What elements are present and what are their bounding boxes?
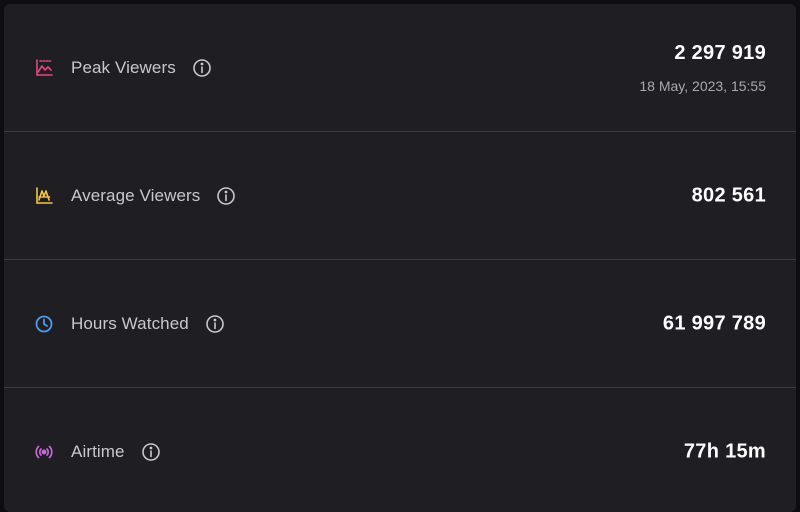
- clock-icon: [34, 314, 54, 334]
- metric-row-average-viewers: Average Viewers 802 561: [4, 132, 796, 260]
- metric-label: Peak Viewers: [71, 57, 176, 77]
- metric-value-group: 802 561: [692, 184, 766, 207]
- stats-card: Peak Viewers 2 297 919 18 May, 2023, 15:…: [4, 4, 796, 512]
- metric-label-group: Average Viewers: [34, 186, 236, 206]
- metric-label: Airtime: [71, 442, 125, 461]
- metric-label-group: Hours Watched: [34, 314, 225, 334]
- metric-value-group: 77h 15m: [684, 441, 766, 464]
- metric-value: 802 561: [691, 184, 766, 206]
- metric-label-group: Airtime: [34, 442, 161, 462]
- info-icon[interactable]: [205, 314, 225, 334]
- chart-line-icon: [34, 58, 54, 78]
- metric-row-hours-watched: Hours Watched 61 997 789: [4, 260, 796, 388]
- info-icon[interactable]: [216, 186, 236, 206]
- chart-average-icon: [34, 186, 54, 206]
- info-icon[interactable]: [141, 442, 161, 462]
- info-icon[interactable]: [192, 58, 212, 78]
- metric-value-group: 61 997 789: [663, 312, 766, 335]
- metric-value: 61 997 789: [662, 312, 766, 334]
- metric-label: Hours Watched: [71, 313, 189, 333]
- metric-value: 77h 15m: [683, 440, 766, 463]
- metric-row-peak-viewers: Peak Viewers 2 297 919 18 May, 2023, 15:…: [4, 4, 796, 132]
- metric-row-airtime: Airtime 77h 15m: [4, 388, 796, 512]
- metric-value: 2 297 919: [674, 42, 766, 64]
- broadcast-icon: [34, 442, 54, 462]
- metric-value-group: 2 297 919 18 May, 2023, 15:55: [639, 42, 766, 94]
- metric-timestamp: 18 May, 2023, 15:55: [639, 78, 766, 94]
- metric-label-group: Peak Viewers: [34, 58, 212, 78]
- metric-label: Average Viewers: [71, 185, 201, 205]
